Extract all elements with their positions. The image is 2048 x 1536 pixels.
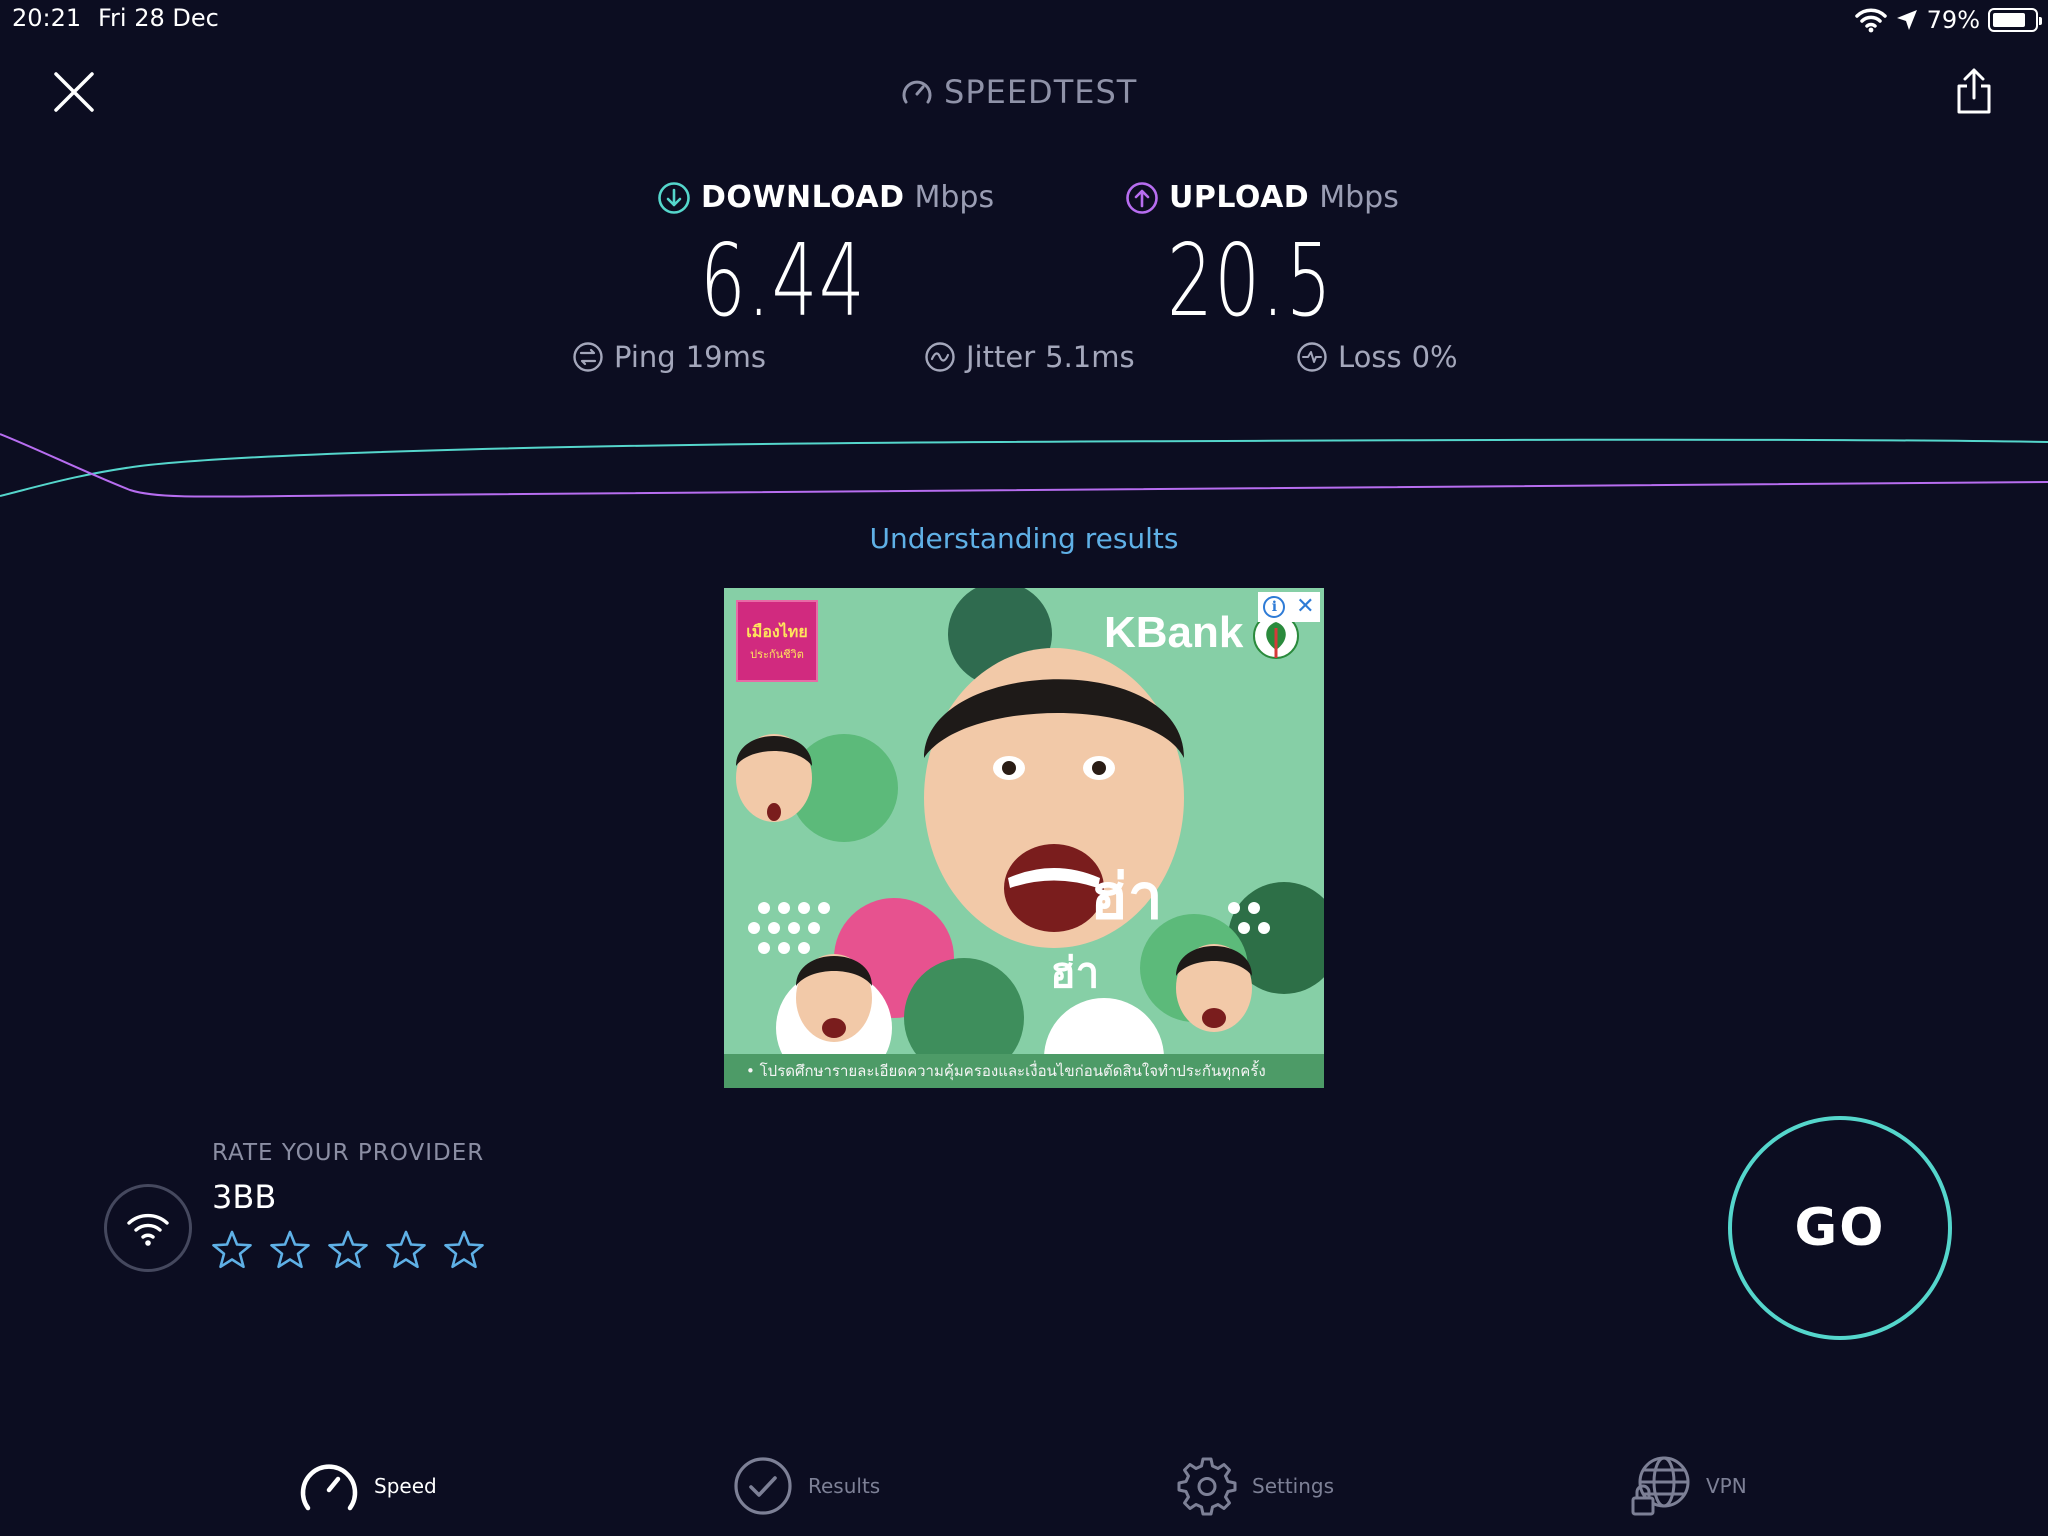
brand-text: SPEEDTEST bbox=[944, 73, 1138, 111]
star-2-icon[interactable] bbox=[268, 1228, 312, 1272]
ad-choices[interactable]: i ✕ bbox=[1258, 592, 1320, 622]
ad-close-icon[interactable]: ✕ bbox=[1296, 596, 1314, 618]
tab-speed-label: Speed bbox=[374, 1474, 437, 1498]
download-arrow-icon bbox=[658, 181, 690, 214]
upload-unit: Mbps bbox=[1319, 180, 1399, 215]
tab-speed[interactable]: Speed bbox=[298, 1454, 437, 1518]
tab-settings-label: Settings bbox=[1252, 1474, 1335, 1498]
tab-settings[interactable]: Settings bbox=[1176, 1454, 1334, 1518]
download-graph-line bbox=[0, 438, 2048, 497]
checkmark-circle-icon bbox=[734, 1457, 792, 1515]
close-button[interactable] bbox=[50, 68, 98, 116]
status-date: Fri 28 Dec bbox=[98, 4, 219, 32]
tab-results-label: Results bbox=[808, 1474, 881, 1498]
star-1-icon[interactable] bbox=[210, 1228, 254, 1272]
ping-icon bbox=[573, 342, 603, 372]
go-label: GO bbox=[1794, 1198, 1886, 1258]
loss-label: Loss bbox=[1338, 340, 1402, 374]
jitter-label: Jitter bbox=[966, 340, 1036, 374]
jitter-icon bbox=[925, 342, 955, 372]
tab-results[interactable]: Results bbox=[732, 1454, 880, 1518]
speed-graph bbox=[0, 433, 2048, 498]
status-bar: 20:21 Fri 28 Dec 79% bbox=[0, 0, 2048, 40]
globe-lock-icon bbox=[1631, 1456, 1690, 1516]
ping-stat: Ping 19ms bbox=[572, 340, 766, 374]
download-value: 6.44 bbox=[700, 222, 867, 339]
loss-value: 0% bbox=[1411, 340, 1458, 374]
jitter-stat: Jitter 5.1ms bbox=[924, 340, 1135, 374]
status-indicators: 79% bbox=[1854, 4, 2042, 36]
rate-provider-heading: RATE YOUR PROVIDER bbox=[212, 1140, 485, 1166]
upload-heading: UPLOAD Mbps bbox=[1125, 180, 1399, 215]
star-4-icon[interactable] bbox=[384, 1228, 428, 1272]
packet-loss-icon bbox=[1297, 342, 1327, 372]
download-heading: DOWNLOAD Mbps bbox=[657, 180, 994, 215]
tab-vpn[interactable]: VPN bbox=[1630, 1454, 1747, 1518]
close-icon bbox=[54, 72, 94, 112]
ad-corner-logo-text: เมืองไทย bbox=[746, 621, 808, 641]
wifi-icon bbox=[1854, 8, 1887, 33]
tab-vpn-label: VPN bbox=[1706, 1474, 1747, 1498]
ad-headline-2: ฮ่า bbox=[1050, 948, 1100, 997]
share-button[interactable] bbox=[1954, 66, 1994, 116]
location-arrow-icon bbox=[1896, 10, 1917, 30]
speedometer-icon bbox=[300, 1464, 358, 1511]
go-button[interactable]: GO bbox=[1728, 1116, 1952, 1340]
star-5-icon[interactable] bbox=[442, 1228, 486, 1272]
gauge-logo-icon bbox=[902, 80, 932, 104]
download-unit: Mbps bbox=[914, 180, 995, 215]
jitter-value: 5.1ms bbox=[1045, 340, 1135, 374]
ad-headline-1: ฮ่า bbox=[1090, 860, 1163, 933]
loss-stat: Loss 0% bbox=[1296, 340, 1458, 374]
download-label: DOWNLOAD bbox=[701, 180, 905, 215]
provider-wifi-badge bbox=[104, 1184, 192, 1272]
wifi-icon bbox=[127, 1213, 169, 1246]
provider-star-rating[interactable] bbox=[210, 1228, 486, 1272]
ad-brand-name: KBank bbox=[1104, 608, 1244, 657]
upload-graph-line bbox=[0, 433, 2048, 498]
ad-info-icon[interactable]: i bbox=[1263, 596, 1286, 618]
upload-label: UPLOAD bbox=[1169, 180, 1310, 215]
ad-corner-logo: เมืองไทย ประกันชีวิต bbox=[736, 600, 818, 682]
ad-corner-logo-sub: ประกันชีวิต bbox=[750, 647, 804, 661]
ping-value: 19ms bbox=[685, 340, 766, 374]
speedtest-screen: 20:21 Fri 28 Dec 79% SPEEDTEST DOWNLOAD … bbox=[0, 0, 2048, 1536]
battery-percent: 79% bbox=[1926, 6, 1980, 34]
speedtest-logo: SPEEDTEST bbox=[900, 70, 1137, 114]
upload-value: 20.5 bbox=[1167, 222, 1334, 339]
share-icon bbox=[1957, 68, 1991, 114]
ad-disclaimer: • โปรดศึกษารายละเอียดความคุ้มครองและเงื่… bbox=[724, 1054, 1324, 1088]
battery-fill bbox=[1993, 13, 2025, 27]
upload-arrow-icon bbox=[1126, 181, 1158, 214]
ping-label: Ping bbox=[614, 340, 676, 374]
advertisement-banner[interactable]: เมืองไทย ประกันชีวิต KBank i ✕ ฮ่า ฮ่า •… bbox=[724, 588, 1324, 1088]
gear-icon bbox=[1177, 1457, 1237, 1516]
provider-name: 3BB bbox=[212, 1178, 277, 1216]
battery-icon bbox=[1988, 8, 2042, 32]
status-time: 20:21 bbox=[12, 4, 82, 32]
star-3-icon[interactable] bbox=[326, 1228, 370, 1272]
understanding-results-link[interactable]: Understanding results bbox=[0, 522, 2048, 555]
